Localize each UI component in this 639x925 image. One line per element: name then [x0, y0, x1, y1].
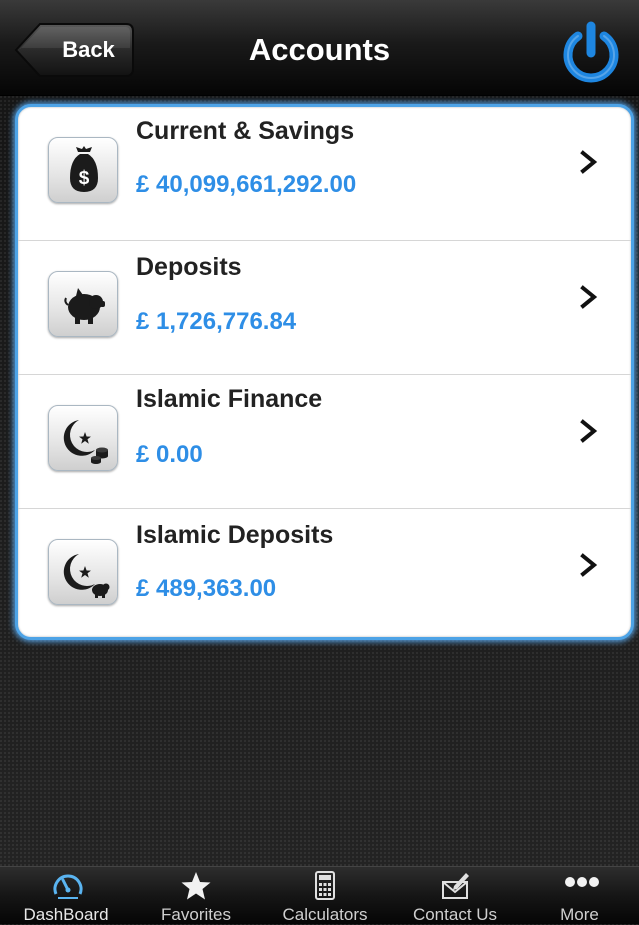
- tab-label: Favorites: [161, 905, 231, 924]
- tab-label: More: [560, 905, 599, 924]
- account-title: Current & Savings: [136, 117, 355, 145]
- money-bag-icon: $: [48, 137, 118, 203]
- svg-text:$: $: [79, 168, 90, 189]
- back-button[interactable]: Back: [14, 22, 135, 78]
- chevron-right-icon: [580, 419, 598, 443]
- crescent-coins-icon: [48, 405, 118, 471]
- tab-bar: DashBoard Favorites Calculators Contact …: [0, 866, 639, 924]
- star-icon: [181, 872, 211, 900]
- account-balance: £ 0.00: [136, 441, 203, 468]
- dashboard-gauge-icon: [53, 874, 83, 899]
- account-title: Deposits: [136, 253, 242, 281]
- back-button-label: Back: [62, 37, 115, 62]
- tab-contact-us[interactable]: Contact Us: [390, 867, 520, 925]
- account-title: Islamic Deposits: [136, 521, 334, 549]
- account-title: Islamic Finance: [136, 385, 323, 413]
- calculator-icon: [315, 871, 335, 900]
- more-dots-icon: [565, 877, 599, 887]
- account-row-current-savings[interactable]: $ Current & Savings £ 40,099,661,292.00: [18, 107, 631, 241]
- account-row-islamic-deposits[interactable]: Islamic Deposits £ 489,363.00: [18, 509, 631, 637]
- tab-favorites[interactable]: Favorites: [132, 867, 260, 925]
- tab-dashboard[interactable]: DashBoard: [0, 867, 132, 925]
- chevron-right-icon: [580, 285, 598, 309]
- tab-more[interactable]: More: [520, 867, 639, 925]
- navigation-bar: Back Accounts: [0, 0, 639, 96]
- account-row-deposits[interactable]: Deposits £ 1,726,776.84: [18, 241, 631, 375]
- chevron-right-icon: [580, 553, 598, 577]
- account-row-islamic-finance[interactable]: Islamic Finance £ 0.00: [18, 375, 631, 509]
- chevron-right-icon: [580, 150, 598, 174]
- crescent-piggy-icon: [48, 539, 118, 605]
- envelope-icon: [442, 873, 469, 899]
- piggy-bank-icon: [48, 271, 118, 337]
- tab-label: Calculators: [282, 905, 368, 924]
- account-balance: £ 40,099,661,292.00: [136, 171, 357, 198]
- account-balance: £ 1,726,776.84: [136, 308, 297, 335]
- tab-calculators[interactable]: Calculators: [260, 867, 390, 925]
- accounts-list: $ Current & Savings £ 40,099,661,292.00 …: [15, 104, 634, 640]
- account-balance: £ 489,363.00: [136, 575, 277, 602]
- power-icon[interactable]: [558, 20, 624, 86]
- tab-label: DashBoard: [23, 905, 109, 924]
- tab-label: Contact Us: [412, 905, 498, 924]
